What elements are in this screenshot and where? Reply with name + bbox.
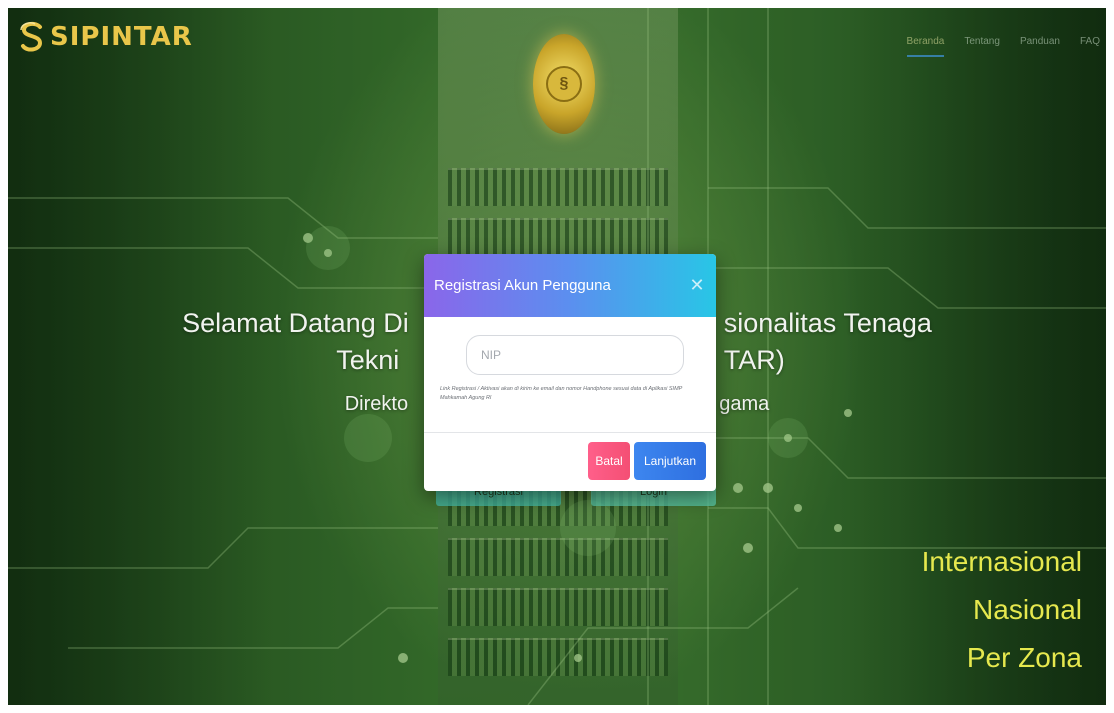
continue-button[interactable]: Lanjutkan (634, 442, 706, 480)
tagline-nasional: Nasional (973, 594, 1082, 625)
sipintar-s-logo-icon (20, 21, 43, 52)
emblem-center: § (546, 66, 582, 102)
modal-divider (424, 432, 716, 433)
hero-line-2-left: Tekni (336, 345, 400, 375)
nip-input[interactable] (466, 335, 684, 375)
hero-line-2-right: TAR) (723, 345, 785, 375)
modal-footer: Batal Lanjutkan (588, 442, 706, 480)
nav-panduan[interactable]: Panduan (1020, 36, 1060, 57)
emblem-seal-icon: § (533, 34, 595, 134)
modal-header: Registrasi Akun Pengguna ✕ (424, 254, 716, 317)
hero-line-1-left: Selamat Datang Di (182, 308, 409, 338)
logo-text: SIPINTAR (50, 22, 193, 52)
hero-line-3-right: gama (719, 393, 770, 415)
nav-tentang[interactable]: Tentang (964, 36, 1000, 57)
modal-body: Link Registrasi / Aktivasi akan di kirim… (424, 317, 716, 403)
cancel-button[interactable]: Batal (588, 442, 630, 480)
tagline-internasional: Internasional (921, 546, 1082, 577)
nav-faq[interactable]: FAQ (1080, 36, 1100, 57)
registration-modal: Registrasi Akun Pengguna ✕ Link Registra… (424, 254, 716, 491)
modal-title: Registrasi Akun Pengguna (434, 277, 611, 294)
hero-line-1-right: sionalitas Tenaga (723, 308, 932, 338)
top-navigation: Beranda Tentang Panduan FAQ (906, 36, 1100, 57)
close-icon[interactable]: ✕ (688, 275, 706, 296)
registration-note: Link Registrasi / Aktivasi akan di kirim… (440, 386, 683, 401)
tagline-per-zona: Per Zona (966, 642, 1082, 673)
tagline-block: Internasional Nasional Per Zona (922, 538, 1082, 682)
nav-beranda[interactable]: Beranda (906, 36, 945, 57)
landing-page-background: SIPINTAR Beranda Tentang Panduan FAQ § S… (8, 8, 1106, 705)
sipintar-logo[interactable]: SIPINTAR (18, 20, 193, 54)
hero-line-3-left: Direkto (344, 393, 409, 415)
